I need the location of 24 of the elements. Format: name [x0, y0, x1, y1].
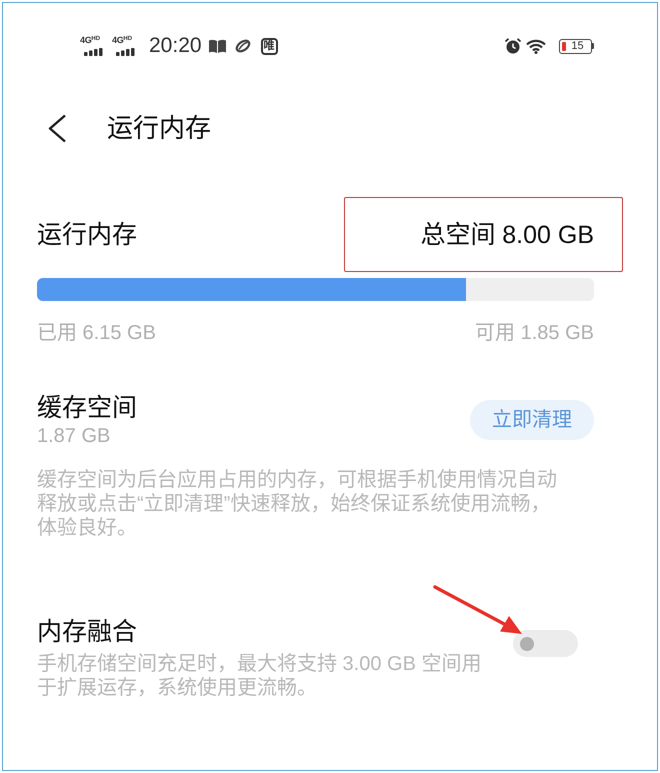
fusion-description: 手机存储空间充足时，最大将支持 3.00 GB 空间用于扩展运存，系统使用更流畅。 — [37, 652, 482, 700]
cache-size-label: 1.87 GB — [37, 424, 112, 448]
wifi-icon — [526, 38, 546, 54]
available-memory-label: 可用 1.85 GB — [475, 321, 594, 345]
signal-bars-icon — [116, 48, 135, 56]
signal-bars-icon — [84, 48, 103, 56]
total-capacity-label: 总空间 8.00 GB — [420, 220, 594, 250]
battery-indicator: 15 — [559, 38, 594, 54]
section-title: 运行内存 — [37, 220, 137, 250]
network-type-label: 4G — [80, 36, 92, 45]
leaf-icon — [234, 39, 251, 53]
section-title: 内存融合 — [37, 617, 138, 648]
cache-description: 缓存空间为后台应用占用的内存，可根据手机使用情况自动释放或点击“立即清理”快速释放，始终保证系统使用流畅，体验良好。 — [37, 468, 558, 540]
section-title: 缓存空间 — [37, 393, 137, 424]
page-title: 运行内存 — [107, 112, 211, 144]
alarm-clock-icon — [505, 38, 521, 54]
back-icon[interactable] — [47, 114, 67, 142]
clean-now-button[interactable]: 立即清理 — [470, 400, 594, 440]
used-memory-label: 已用 6.15 GB — [37, 321, 156, 345]
app-badge: 唯 — [260, 38, 278, 54]
book-icon — [208, 39, 226, 53]
memory-fusion-toggle[interactable] — [513, 630, 578, 657]
network-type-label: 4G — [112, 36, 124, 45]
clock-time: 20:20 — [149, 34, 202, 58]
